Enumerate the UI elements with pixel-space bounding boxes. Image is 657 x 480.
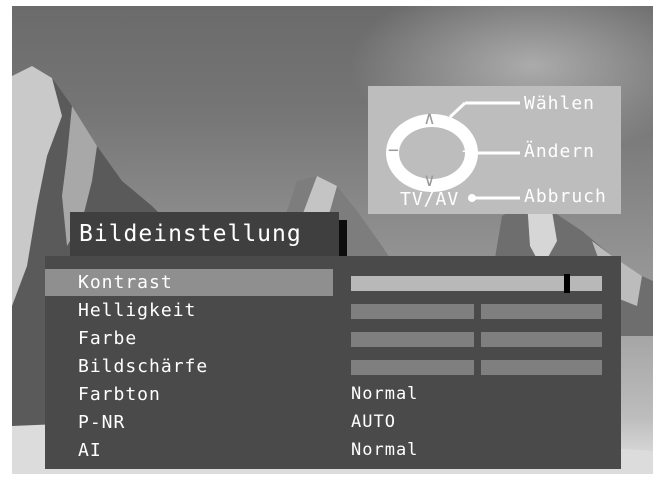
menu-item-bildschaerfe[interactable]: Bildschärfe — [45, 353, 621, 380]
menu-title: Bildeinstellung — [70, 212, 339, 256]
picture-settings-menu: Kontrast Helligkeit Farbe Bildschärfe Fa… — [45, 256, 621, 469]
slider-right-segment[interactable] — [481, 332, 602, 347]
slider-left-segment[interactable] — [351, 360, 474, 375]
change-hint: Ändern — [524, 141, 596, 162]
slider-marker[interactable] — [564, 274, 570, 293]
slider-right-segment[interactable] — [481, 360, 602, 375]
menu-item-label: Farbton — [78, 384, 161, 405]
menu-item-farbton[interactable]: Farbton Normal — [45, 381, 621, 408]
remote-help-panel: ∧ ∨ − + Wählen Ändern Abbruch TV/AV — [368, 86, 621, 214]
menu-item-label: P-NR — [78, 412, 126, 433]
tv-screen: ∧ ∨ − + Wählen Ändern Abbruch TV/AV Bild… — [12, 6, 653, 474]
menu-item-kontrast[interactable]: Kontrast — [45, 269, 621, 296]
menu-item-ai[interactable]: AI Normal — [45, 437, 621, 464]
menu-item-label: AI — [78, 440, 102, 461]
menu-item-p-nr[interactable]: P-NR AUTO — [45, 409, 621, 436]
slider-right-segment[interactable] — [481, 304, 602, 319]
minus-icon: − — [388, 140, 400, 161]
menu-item-label: Kontrast — [45, 269, 333, 296]
tvav-label: TV/AV — [400, 189, 460, 210]
menu-item-value: Normal — [351, 440, 419, 460]
select-hint: Wählen — [524, 93, 596, 114]
plus-icon: + — [462, 141, 474, 162]
up-arrow-icon: ∧ — [424, 108, 436, 129]
menu-item-farbe[interactable]: Farbe — [45, 325, 621, 352]
menu-item-label: Helligkeit — [78, 300, 197, 321]
menu-item-helligkeit[interactable]: Helligkeit — [45, 297, 621, 324]
slider-left-segment[interactable] — [351, 332, 474, 347]
menu-item-value: AUTO — [351, 412, 396, 432]
cancel-hint: Abbruch — [524, 186, 607, 207]
slider-left-segment[interactable] — [351, 304, 474, 319]
menu-item-label: Farbe — [78, 328, 138, 349]
menu-item-value: Normal — [351, 384, 419, 404]
menu-item-label: Bildschärfe — [78, 356, 209, 377]
